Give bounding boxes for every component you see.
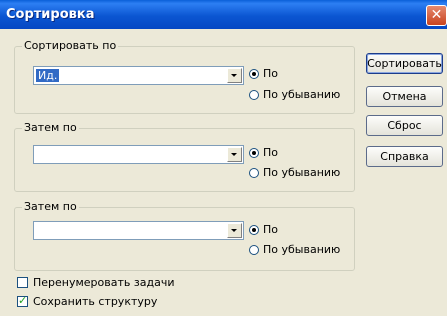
checkbox-label: Сохранить структуру — [33, 295, 158, 308]
close-icon: ✕ — [430, 7, 443, 23]
sort-by-ascending-radio[interactable]: По — [249, 67, 278, 80]
radio-label: По убыванию — [263, 243, 341, 256]
radio-circle — [249, 224, 259, 235]
sort-by-descending-radio[interactable]: По убыванию — [249, 88, 340, 101]
then-by-1-descending-radio[interactable]: По убыванию — [249, 166, 340, 179]
sort-by-label: Сортировать по — [22, 39, 119, 52]
radio-circle — [249, 68, 259, 79]
radio-label: По — [263, 146, 279, 159]
cancel-button[interactable]: Отмена — [366, 86, 443, 107]
help-button[interactable]: Справка — [366, 146, 443, 167]
checkbox-label: Перенумеровать задачи — [33, 276, 175, 289]
radio-label: По убыванию — [263, 88, 341, 101]
sort-by-combo[interactable]: Ид. — [33, 66, 244, 85]
sort-button[interactable]: Сортировать — [366, 53, 443, 74]
then-by-value-2 — [36, 224, 40, 237]
then-by-2-descending-radio[interactable]: По убыванию — [249, 243, 340, 256]
then-by-combo-2[interactable] — [33, 221, 244, 240]
radio-label: По — [263, 67, 279, 80]
checkbox-box — [17, 294, 28, 307]
radio-circle — [249, 147, 259, 158]
radio-circle — [249, 167, 259, 178]
radio-label: По — [263, 223, 279, 236]
dialog-title: Сортировка — [6, 7, 95, 22]
reset-button[interactable]: Сброс — [366, 115, 443, 136]
title-bar[interactable]: Сортировка ✕ — [0, 0, 447, 29]
renumber-tasks-checkbox[interactable]: Перенумеровать задачи — [17, 276, 174, 289]
then-by-1-ascending-radio[interactable]: По — [249, 146, 278, 159]
sort-by-value: Ид. — [36, 69, 60, 82]
then-by-label-2: Затем по — [22, 200, 79, 213]
then-by-value-1 — [36, 148, 40, 161]
keep-structure-checkbox[interactable]: Сохранить структуру — [17, 294, 158, 308]
then-by-label-1: Затем по — [22, 121, 79, 134]
chevron-down-icon[interactable] — [227, 223, 242, 238]
chevron-down-icon[interactable] — [227, 68, 242, 83]
radio-circle — [249, 244, 259, 255]
radio-circle — [249, 89, 259, 100]
then-by-combo-1[interactable] — [33, 145, 244, 164]
then-by-2-ascending-radio[interactable]: По — [249, 223, 278, 236]
chevron-down-icon[interactable] — [227, 147, 242, 162]
radio-label: По убыванию — [263, 166, 341, 179]
close-button[interactable]: ✕ — [426, 5, 447, 26]
checkbox-box — [17, 277, 28, 288]
sort-dialog: Сортировка ✕ Сортировать по Ид. По По уб… — [0, 0, 447, 316]
